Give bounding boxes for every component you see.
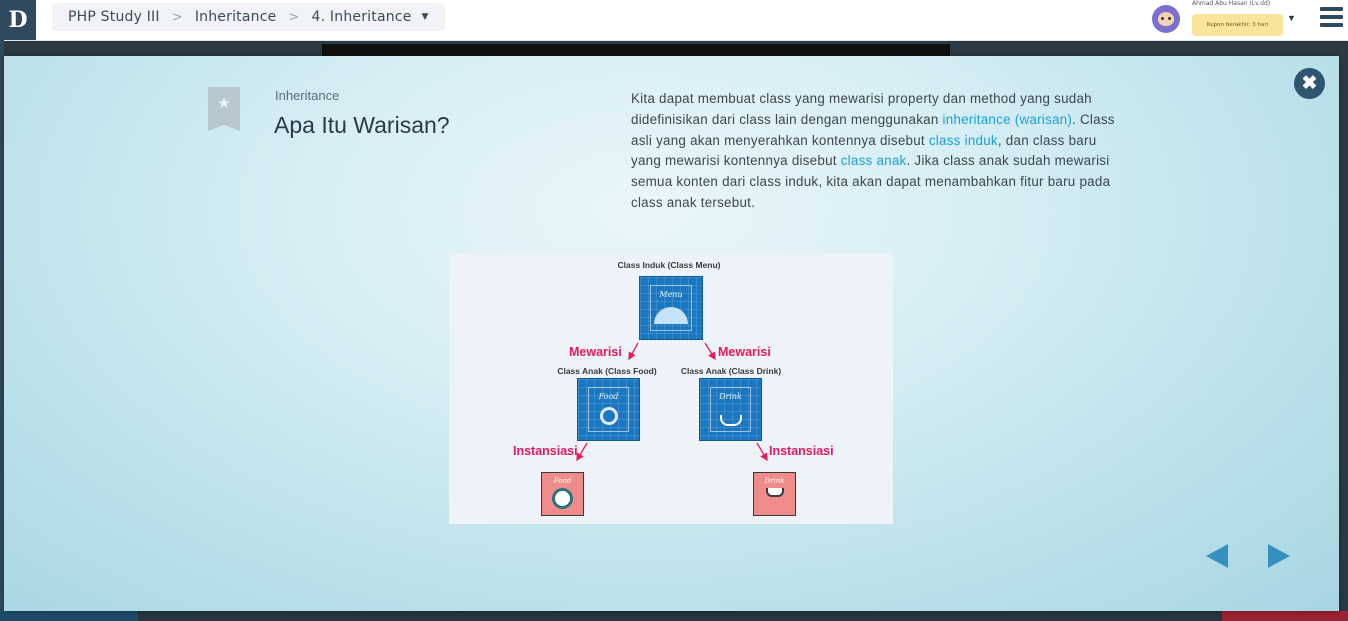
cup-icon (765, 488, 784, 497)
drink-script-label: Drink (719, 392, 742, 401)
slide-modal: ★ Inheritance Apa Itu Warisan? Kita dapa… (4, 56, 1339, 611)
arrow-instance-right (756, 442, 768, 462)
breadcrumb: PHP Study III > Inheritance > 4. Inherit… (52, 3, 445, 31)
highlight-class-anak: class anak (840, 153, 907, 169)
chevron-down-icon[interactable]: ▼ (422, 12, 429, 22)
slide-paragraph: Kita dapat membuat class yang mewarisi p… (631, 89, 1115, 214)
user-name: Ahmad Abu Hasan (Lv.dd) (1192, 0, 1271, 7)
plate-icon (552, 488, 573, 509)
breadcrumb-separator: > (288, 9, 300, 25)
cloche-icon (654, 307, 688, 324)
arrow-inherit-left (628, 342, 639, 361)
parent-class-label: Class Induk (Class Menu) (617, 260, 721, 270)
food-card: Food (588, 387, 629, 432)
inheritance-diagram: Class Induk (Class Menu) Menu Mewarisi M… (449, 253, 893, 524)
drink-card: Drink (710, 387, 751, 432)
food-script-label: Food (598, 392, 619, 401)
arrow-inherit-right (704, 342, 716, 361)
food-class-box: Food (577, 378, 640, 441)
hamburger-menu-icon[interactable] (1320, 7, 1343, 27)
drink-class-box: Drink (699, 378, 762, 441)
menu-script-label: Menu (659, 290, 683, 299)
background-footer (0, 611, 1348, 621)
slide-title: Apa Itu Warisan? (274, 112, 450, 138)
food-instance-box: Food (541, 472, 584, 516)
bookmark-star-icon[interactable]: ★ (208, 87, 240, 131)
next-arrow-icon[interactable] (1268, 544, 1290, 568)
breadcrumb-separator: > (171, 9, 183, 25)
drink-instance-script-label: Drink (764, 477, 785, 485)
drink-instance-box: Drink (753, 472, 796, 516)
instance-label-right: Instansiasi (769, 444, 834, 458)
breadcrumb-lesson[interactable]: 4. Inheritance (312, 9, 412, 25)
plate-icon (599, 407, 618, 425)
menu-class-box: Menu (639, 276, 703, 340)
breadcrumb-course[interactable]: PHP Study III (68, 9, 160, 25)
slide-subtitle: Inheritance (275, 88, 340, 103)
highlight-inheritance: inheritance (warisan) (942, 111, 1073, 127)
coupon-badge: Kupon berakhir: 3 hari (1192, 14, 1283, 36)
background-footer-left (0, 611, 138, 621)
child-food-label: Class Anak (Class Food) (557, 366, 657, 376)
logo-glyph: D (8, 7, 28, 33)
cup-icon (719, 415, 742, 426)
child-drink-label: Class Anak (Class Drink) (680, 366, 782, 376)
app-logo[interactable]: D (0, 0, 36, 40)
top-bar: D PHP Study III > Inheritance > 4. Inher… (0, 0, 1348, 41)
arrow-instance-left (576, 442, 588, 462)
avatar-face-icon (1158, 12, 1174, 26)
instance-label-left: Instansiasi (513, 444, 578, 458)
avatar[interactable] (1152, 5, 1180, 33)
inherit-label-left: Mewarisi (569, 345, 622, 359)
background-footer-right (1222, 611, 1348, 621)
menu-card: Menu (650, 285, 692, 331)
chevron-down-icon[interactable]: ▼ (1287, 13, 1296, 23)
breadcrumb-chapter[interactable]: Inheritance (195, 9, 277, 25)
inherit-label-right: Mewarisi (718, 345, 771, 359)
prev-arrow-icon[interactable] (1206, 544, 1228, 568)
close-icon[interactable]: ✖ (1294, 68, 1325, 99)
food-instance-script-label: Food (553, 477, 572, 485)
background-video-area (322, 44, 950, 56)
highlight-class-induk: class induk (928, 132, 998, 148)
